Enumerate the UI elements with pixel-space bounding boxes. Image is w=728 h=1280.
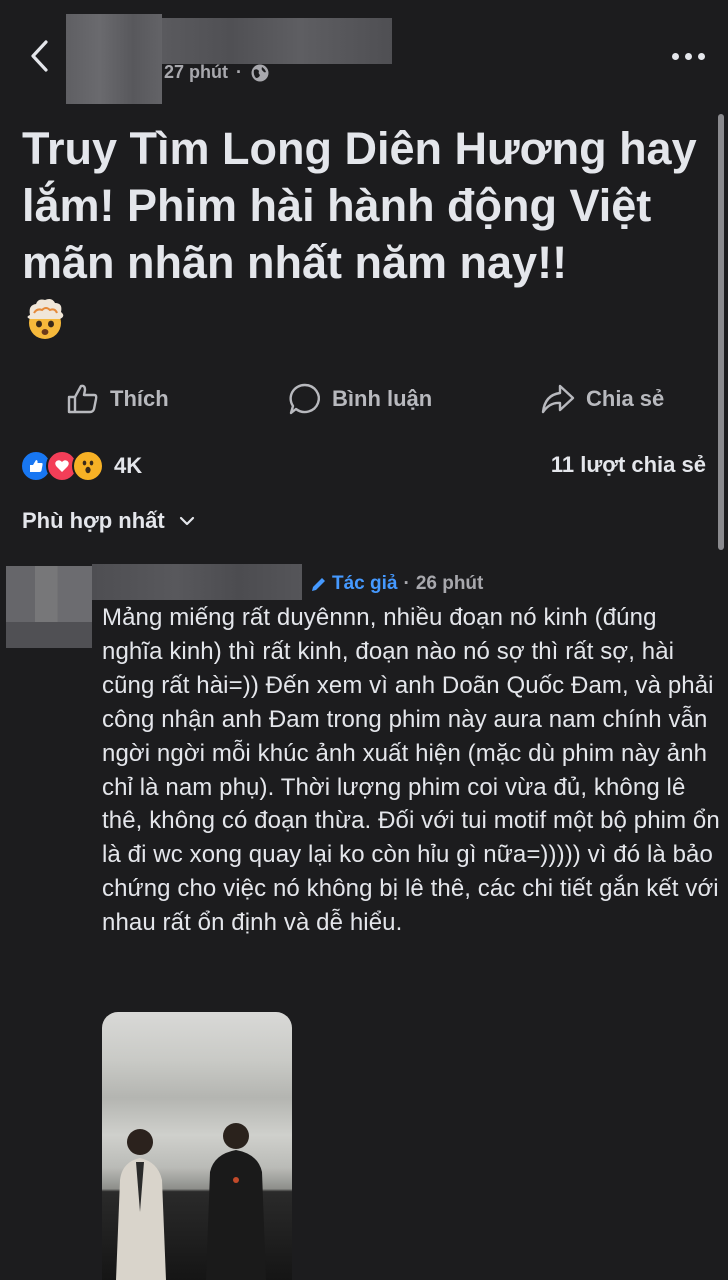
share-button[interactable]: Chia sẻ bbox=[540, 378, 664, 420]
post-time: 27 phút bbox=[164, 62, 229, 82]
commenter-name[interactable] bbox=[92, 564, 302, 600]
comment-meta: Tác giả · 26 phút bbox=[310, 573, 483, 595]
shares-count[interactable]: 11 lượt chia sẻ bbox=[551, 452, 706, 478]
author-avatar[interactable] bbox=[66, 14, 162, 104]
dot-icon bbox=[698, 52, 705, 60]
post-text-content: Truy Tìm Long Diên Hương hay lắm! Phim h… bbox=[22, 123, 697, 288]
photo-people-image bbox=[116, 1123, 266, 1280]
like-button[interactable]: Thích bbox=[66, 378, 169, 420]
author-name[interactable] bbox=[162, 18, 392, 64]
commenter-avatar[interactable] bbox=[6, 566, 92, 648]
chevron-down-icon bbox=[179, 516, 194, 526]
share-label: Chia sẻ bbox=[586, 386, 665, 411]
dot-icon bbox=[685, 52, 692, 60]
comment-photo[interactable] bbox=[102, 1012, 292, 1280]
comment-label: Bình luận bbox=[332, 386, 433, 411]
globe-icon bbox=[251, 64, 269, 81]
post-meta: 27 phút · bbox=[164, 62, 270, 83]
dot-icon bbox=[672, 52, 679, 60]
exploding-head-emoji-icon bbox=[27, 299, 64, 339]
share-arrow-icon bbox=[541, 384, 575, 414]
author-badge: Tác giả bbox=[310, 573, 397, 595]
scrollbar[interactable] bbox=[718, 114, 724, 550]
meta-separator: · bbox=[403, 573, 410, 594]
more-options-button[interactable] bbox=[672, 50, 708, 62]
comment-button[interactable]: Bình luận bbox=[288, 378, 432, 420]
reactions-summary[interactable]: 4K bbox=[20, 450, 142, 482]
back-button[interactable] bbox=[26, 36, 56, 76]
like-label: Thích bbox=[110, 386, 169, 411]
comment-time: 26 phút bbox=[415, 573, 484, 594]
chevron-left-icon bbox=[31, 40, 48, 72]
post-text: Truy Tìm Long Diên Hương hay lắm! Phim h… bbox=[22, 120, 712, 348]
comment-text: Mảng miếng rất duyênnn, nhiều đoạn nó ki… bbox=[102, 604, 720, 937]
pencil-icon bbox=[312, 578, 325, 591]
wow-reaction-icon bbox=[72, 450, 104, 482]
reactions-count: 4K bbox=[114, 453, 143, 478]
author-badge-label: Tác giả bbox=[332, 573, 398, 594]
comment-bubble-icon bbox=[289, 383, 320, 415]
thumbs-up-icon bbox=[67, 384, 98, 414]
comment-sort-dropdown[interactable]: Phù hợp nhất bbox=[22, 508, 195, 534]
sort-label: Phù hợp nhất bbox=[22, 508, 165, 533]
